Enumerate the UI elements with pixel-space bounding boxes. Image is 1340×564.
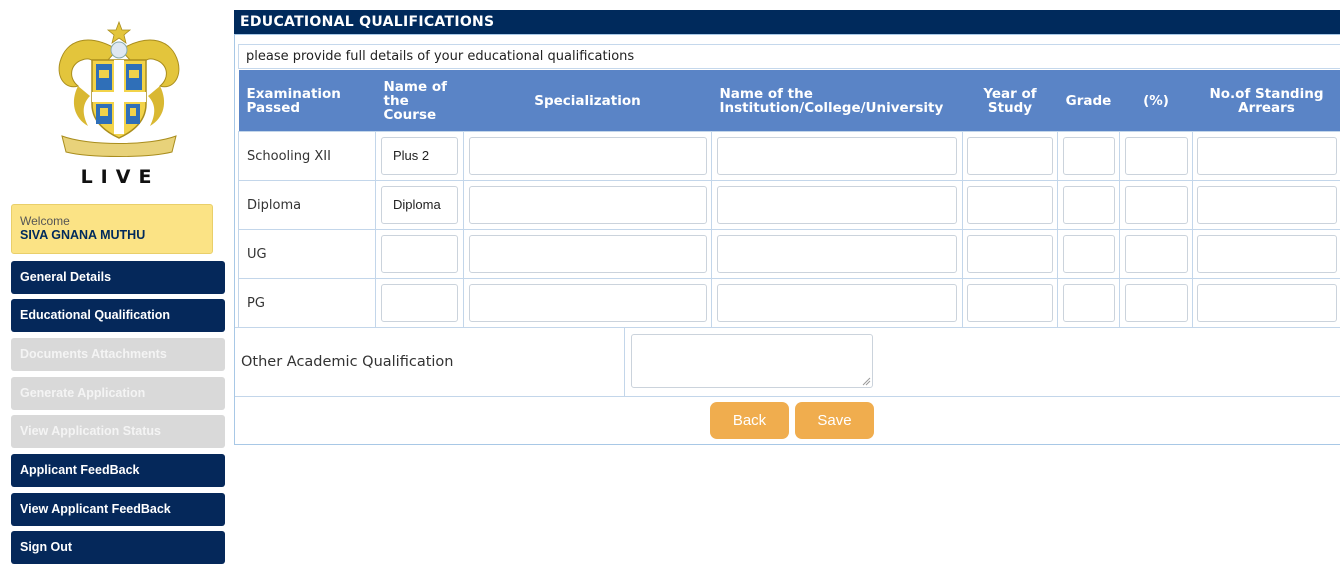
welcome-box: Welcome SIVA GNANA MUTHU xyxy=(11,204,213,254)
percent-input[interactable] xyxy=(1125,137,1188,175)
exam-label: UG xyxy=(239,230,376,279)
course-input[interactable]: Diploma xyxy=(381,186,458,224)
percent-input[interactable] xyxy=(1125,235,1188,273)
grade-input[interactable] xyxy=(1063,284,1115,322)
brand-name: LIVE xyxy=(20,166,220,188)
col-examination-passed: Examination Passed xyxy=(239,70,376,132)
grade-input[interactable] xyxy=(1063,186,1115,224)
col-specialization: Specialization xyxy=(464,70,712,132)
specialization-input[interactable] xyxy=(469,186,707,224)
specialization-input[interactable] xyxy=(469,284,707,322)
save-button[interactable]: Save xyxy=(795,402,874,439)
specialization-input[interactable] xyxy=(469,137,707,175)
nav-educational-qualification[interactable]: Educational Qualification xyxy=(11,299,225,332)
nav-applicant-feedback[interactable]: Applicant FeedBack xyxy=(11,454,225,487)
arrears-input[interactable] xyxy=(1197,284,1337,322)
col-grade: Grade xyxy=(1058,70,1120,132)
nav-view-application-status: View Application Status xyxy=(11,415,225,448)
table-row: UG xyxy=(239,230,1340,279)
institution-input[interactable] xyxy=(717,186,957,224)
sidebar: LIVE Welcome SIVA GNANA MUTHU General De… xyxy=(0,0,232,560)
percent-input[interactable] xyxy=(1125,186,1188,224)
instruction-text: please provide full details of your educ… xyxy=(238,44,1340,69)
course-input[interactable] xyxy=(381,284,458,322)
nav-view-applicant-feedback[interactable]: View Applicant FeedBack xyxy=(11,493,225,526)
user-name: SIVA GNANA MUTHU xyxy=(20,228,204,242)
institution-input[interactable] xyxy=(717,137,957,175)
year-input[interactable] xyxy=(967,235,1053,273)
college-crest-logo xyxy=(48,20,190,158)
nav-generate-application: Generate Application xyxy=(11,377,225,410)
institution-input[interactable] xyxy=(717,284,957,322)
nav-general-details[interactable]: General Details xyxy=(11,261,225,294)
specialization-input[interactable] xyxy=(469,235,707,273)
grade-input[interactable] xyxy=(1063,137,1115,175)
col-percent: (%) xyxy=(1120,70,1193,132)
arrears-input[interactable] xyxy=(1197,235,1337,273)
table-row: PG xyxy=(239,279,1340,328)
other-qualification-label: Other Academic Qualification xyxy=(240,328,625,396)
col-institution: Name of the Institution/College/Universi… xyxy=(712,70,963,132)
table-row: Schooling XII Plus 2 xyxy=(239,132,1340,181)
table-header-row: Examination Passed Name of the Course Sp… xyxy=(239,70,1340,132)
course-input[interactable] xyxy=(381,235,458,273)
exam-label: PG xyxy=(239,279,376,328)
section-title: EDUCATIONAL QUALIFICATIONS xyxy=(234,10,1340,34)
qualifications-table: Examination Passed Name of the Course Sp… xyxy=(238,70,1340,328)
year-input[interactable] xyxy=(967,137,1053,175)
year-input[interactable] xyxy=(967,284,1053,322)
year-input[interactable] xyxy=(967,186,1053,224)
col-year-of-study: Year of Study xyxy=(963,70,1058,132)
nav-documents-attachments: Documents Attachments xyxy=(11,338,225,371)
resize-grip-icon[interactable] xyxy=(861,376,871,386)
back-button[interactable]: Back xyxy=(710,402,789,439)
grade-input[interactable] xyxy=(1063,235,1115,273)
institution-input[interactable] xyxy=(717,235,957,273)
table-row: Diploma Diploma xyxy=(239,181,1340,230)
exam-label: Diploma xyxy=(239,181,376,230)
col-standing-arrears: No.of Standing Arrears xyxy=(1193,70,1340,132)
arrears-input[interactable] xyxy=(1197,137,1337,175)
col-name-of-course: Name of the Course xyxy=(376,70,464,132)
course-input[interactable]: Plus 2 xyxy=(381,137,458,175)
exam-label: Schooling XII xyxy=(239,132,376,181)
other-qualification-row: Other Academic Qualification xyxy=(235,327,1340,397)
welcome-label: Welcome xyxy=(20,215,204,228)
nav-sign-out[interactable]: Sign Out xyxy=(11,531,225,564)
other-qualification-textarea[interactable] xyxy=(631,334,873,388)
percent-input[interactable] xyxy=(1125,284,1188,322)
arrears-input[interactable] xyxy=(1197,186,1337,224)
